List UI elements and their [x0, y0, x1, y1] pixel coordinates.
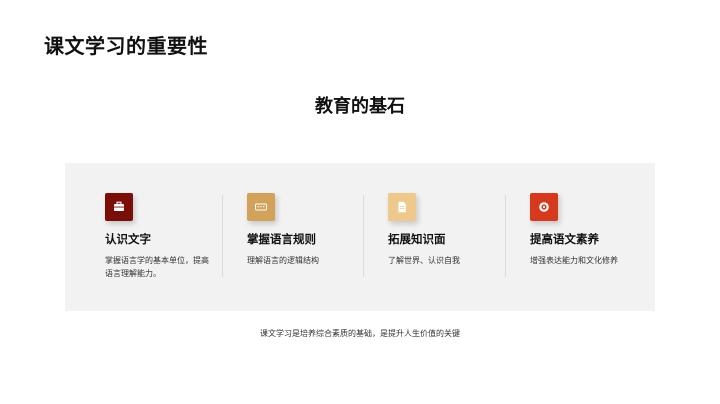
card-icon-box	[388, 193, 416, 221]
card-icon-box	[530, 193, 558, 221]
card-title: 提高语文素养	[530, 232, 599, 246]
footer-text: 课文学习是培养综合素质的基础，是提升人生价值的关键	[260, 329, 460, 338]
card-broaden-knowledge: 拓展知识面 了解世界、认识自我	[388, 193, 508, 267]
card-divider	[363, 195, 364, 277]
section-title: 教育的基石	[315, 96, 405, 117]
briefcase-icon	[112, 200, 126, 214]
card-title: 拓展知识面	[388, 232, 446, 246]
card-icon-box	[247, 193, 275, 221]
target-icon	[537, 200, 551, 214]
card-title: 掌握语言规则	[247, 232, 316, 246]
card-description: 理解语言的逻辑结构	[247, 256, 319, 265]
card-description: 增强表达能力和文化修养	[530, 256, 618, 265]
card-language-literacy: 提高语文素养 增强表达能力和文化修养	[530, 193, 650, 267]
card-title: 认识文字	[105, 232, 151, 246]
card-recognize-characters: 认识文字 掌握语言学的基本单位，提高语言理解能力。	[105, 193, 225, 280]
cards-panel: 认识文字 掌握语言学的基本单位，提高语言理解能力。 掌握语言规则 理解语言的逻辑…	[65, 163, 655, 311]
document-icon	[395, 200, 409, 214]
card-description: 掌握语言学的基本单位，提高语言理解能力。	[105, 256, 209, 278]
card-divider	[505, 195, 506, 277]
card-grammar-rules: 掌握语言规则 理解语言的逻辑结构	[247, 193, 367, 267]
card-description: 了解世界、认识自我	[388, 256, 460, 265]
card-icon-box	[105, 193, 133, 221]
keyboard-icon	[254, 200, 268, 214]
page-title: 课文学习的重要性	[44, 34, 208, 58]
card-divider	[222, 195, 223, 277]
